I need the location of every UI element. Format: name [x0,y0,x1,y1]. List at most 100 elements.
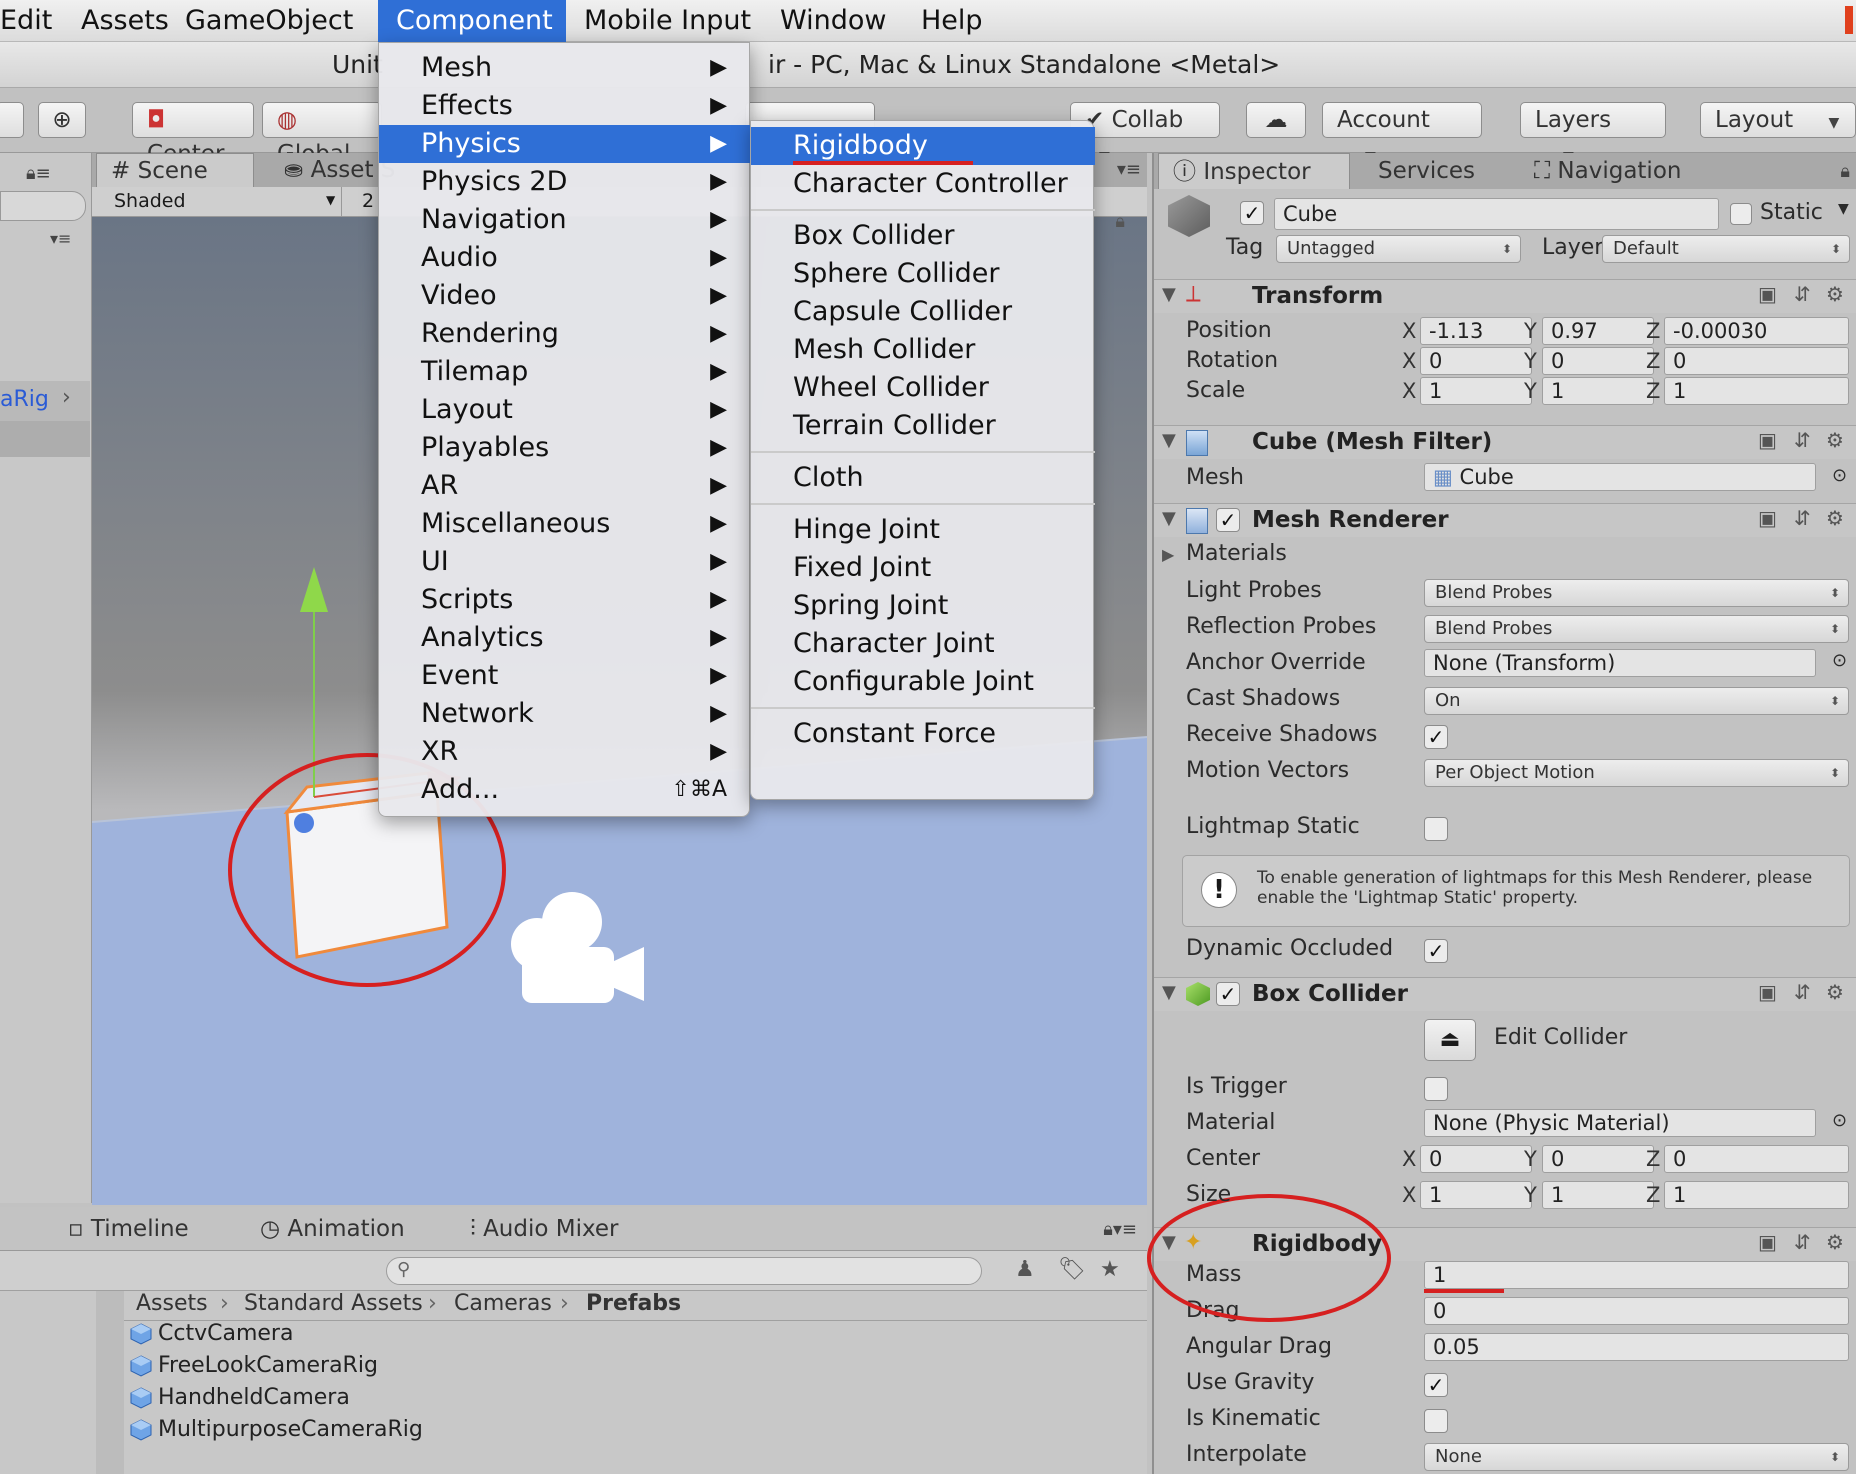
asset-item[interactable]: MultipurposeCameraRig [130,1417,423,1442]
inspector-lock-icon[interactable]: 🔒︎ [1840,161,1850,182]
mesh-object-field[interactable]: ▦ Cube [1424,463,1816,491]
preset-icon[interactable]: ⇵ [1794,282,1811,306]
menu-item-ui[interactable]: UI ▶ [379,543,751,581]
chevron-down-icon[interactable]: ▼ [1838,201,1849,217]
submenu-item-sphere-collider[interactable]: Sphere Collider [751,255,1095,293]
interpolate-dropdown[interactable]: None ⬍ [1424,1443,1849,1471]
angular-drag-field[interactable]: 0.05 [1424,1333,1849,1361]
mesh-filter-header[interactable]: ▼ Cube (Mesh Filter) ▣ ⇵ ⚙ [1154,425,1856,459]
mass-field[interactable]: 1 [1424,1261,1849,1289]
static-checkbox[interactable] [1730,203,1752,225]
menu-item-layout[interactable]: Layout ▶ [379,391,751,429]
layer-dropdown[interactable]: Default ⬍ [1602,235,1850,263]
preset-icon[interactable]: ⇵ [1794,1230,1811,1254]
materials-label[interactable]: Materials [1186,541,1287,566]
submenu-item-rigidbody[interactable]: Rigidbody [751,127,1095,165]
collider-size-x-field[interactable]: 1 [1420,1181,1532,1209]
anchor-override-field[interactable]: None (Transform) [1424,649,1816,677]
submenu-item-character-joint[interactable]: Character Joint [751,625,1095,663]
menu-item-mesh[interactable]: Mesh ▶ [379,49,751,87]
project-scrollbar[interactable] [96,1291,124,1474]
collider-size-y-field[interactable]: 1 [1542,1181,1654,1209]
menu-window[interactable]: Window [762,0,904,42]
2d-toggle[interactable]: 2 [362,190,374,212]
layers-button[interactable]: Layers ▼ [1520,102,1666,165]
foldout-arrow-icon[interactable]: ▼ [1162,430,1176,451]
mesh-renderer-enabled-checkbox[interactable]: ✓ [1216,508,1240,532]
tab-animation[interactable]: ◷ Animation [246,1212,419,1246]
menu-item-ar[interactable]: AR ▶ [379,467,751,505]
scale-x-field[interactable]: 1 [1420,377,1532,405]
tab-audio-mixer[interactable]: ⫶ Audio Mixer [456,1212,633,1246]
edit-collider-button[interactable]: ⏏ [1424,1019,1476,1061]
menu-item-miscellaneous[interactable]: Miscellaneous ▶ [379,505,751,543]
panel-options-icon[interactable]: ▾≡ [1117,159,1141,180]
drag-field[interactable]: 0 [1424,1297,1849,1325]
rotation-z-field[interactable]: 0 [1664,347,1849,375]
pivot-global-button[interactable]: ◍ Global [262,102,382,167]
gear-icon[interactable]: ⚙ [1826,980,1844,1004]
position-z-field[interactable]: -0.00030 [1664,317,1849,345]
preset-icon[interactable]: ⇵ [1794,980,1811,1004]
pivot-center-button[interactable]: ◘ Center [132,102,254,167]
use-gravity-checkbox[interactable]: ✓ [1424,1373,1448,1397]
help-book-icon[interactable]: ▣ [1758,506,1777,530]
favorites-star-icon[interactable]: ★ [1100,1257,1120,1282]
menu-item-video[interactable]: Video ▶ [379,277,751,315]
help-book-icon[interactable]: ▣ [1758,980,1777,1004]
menu-item-add[interactable]: Add... ⇧⌘A [379,771,751,809]
motion-vectors-dropdown[interactable]: Per Object Motion ⬍ [1424,759,1849,787]
cloud-button[interactable]: ☁ [1246,102,1306,138]
collider-material-field[interactable]: None (Physic Material) [1424,1109,1816,1137]
submenu-item-wheel-collider[interactable]: Wheel Collider [751,369,1095,407]
menu-item-analytics[interactable]: Analytics ▶ [379,619,751,657]
hierarchy-options-icon[interactable]: ▾≡ [50,229,71,248]
menu-gameobject[interactable]: GameObject [167,0,371,42]
submenu-item-box-collider[interactable]: Box Collider [751,217,1095,255]
menu-item-scripts[interactable]: Scripts ▶ [379,581,751,619]
menu-item-physics-2d[interactable]: Physics 2D ▶ [379,163,751,201]
submenu-item-constant-force[interactable]: Constant Force [751,715,1095,753]
submenu-item-terrain-collider[interactable]: Terrain Collider [751,407,1095,445]
menu-item-xr[interactable]: XR ▶ [379,733,751,771]
menu-item-physics[interactable]: Physics ▶ [379,125,751,163]
z-axis-handle[interactable] [294,813,314,833]
tab-inspector[interactable]: ⓘ Inspector [1158,153,1350,189]
preset-icon[interactable]: ⇵ [1794,428,1811,452]
submenu-item-spring-joint[interactable]: Spring Joint [751,587,1095,625]
light-probes-dropdown[interactable]: Blend Probes ⬍ [1424,579,1849,607]
collider-center-x-field[interactable]: 0 [1420,1145,1532,1173]
box-collider-enabled-checkbox[interactable]: ✓ [1216,982,1240,1006]
gear-icon[interactable]: ⚙ [1826,282,1844,306]
hierarchy-row[interactable] [0,421,90,457]
menu-edit[interactable]: Edit [0,0,70,42]
panel-lock-icon[interactable]: 🔒︎▾≡ [1103,1219,1137,1240]
tab-timeline[interactable]: ▫ Timeline [54,1212,203,1246]
receive-shadows-checkbox[interactable]: ✓ [1424,725,1448,749]
scene-lock-icon[interactable]: 🔒︎ [1115,217,1125,232]
account-button[interactable]: Account ▼ [1322,102,1482,165]
breadcrumb-prefabs[interactable]: Prefabs [586,1291,681,1316]
rotation-y-field[interactable]: 0 [1542,347,1654,375]
is-trigger-checkbox[interactable] [1424,1077,1448,1101]
menu-component[interactable]: Component [378,0,566,42]
breadcrumb-assets[interactable]: Assets [136,1291,208,1316]
gear-icon[interactable]: ⚙ [1826,506,1844,530]
breadcrumb-standard-assets[interactable]: Standard Assets [244,1291,423,1316]
help-book-icon[interactable]: ▣ [1758,428,1777,452]
menu-item-playables[interactable]: Playables ▶ [379,429,751,467]
menu-item-network[interactable]: Network ▶ [379,695,751,733]
menu-help[interactable]: Help [903,0,1001,42]
position-x-field[interactable]: -1.13 [1420,317,1532,345]
dynamic-occluded-checkbox[interactable]: ✓ [1424,939,1448,963]
tag-dropdown[interactable]: Untagged ⬍ [1276,235,1521,263]
shading-mode-dropdown[interactable]: Shaded ▼ [92,187,342,216]
menu-item-tilemap[interactable]: Tilemap ▶ [379,353,751,391]
asset-item[interactable]: CctvCamera [130,1321,293,1346]
submenu-item-mesh-collider[interactable]: Mesh Collider [751,331,1095,369]
foldout-arrow-icon[interactable]: ▼ [1162,508,1176,529]
filter-by-type-icon[interactable]: ♟ [1015,1257,1035,1282]
object-picker-icon[interactable]: ⊙ [1832,650,1847,671]
layout-button[interactable]: Layout ▼ [1700,102,1856,138]
menu-item-rendering[interactable]: Rendering ▶ [379,315,751,353]
